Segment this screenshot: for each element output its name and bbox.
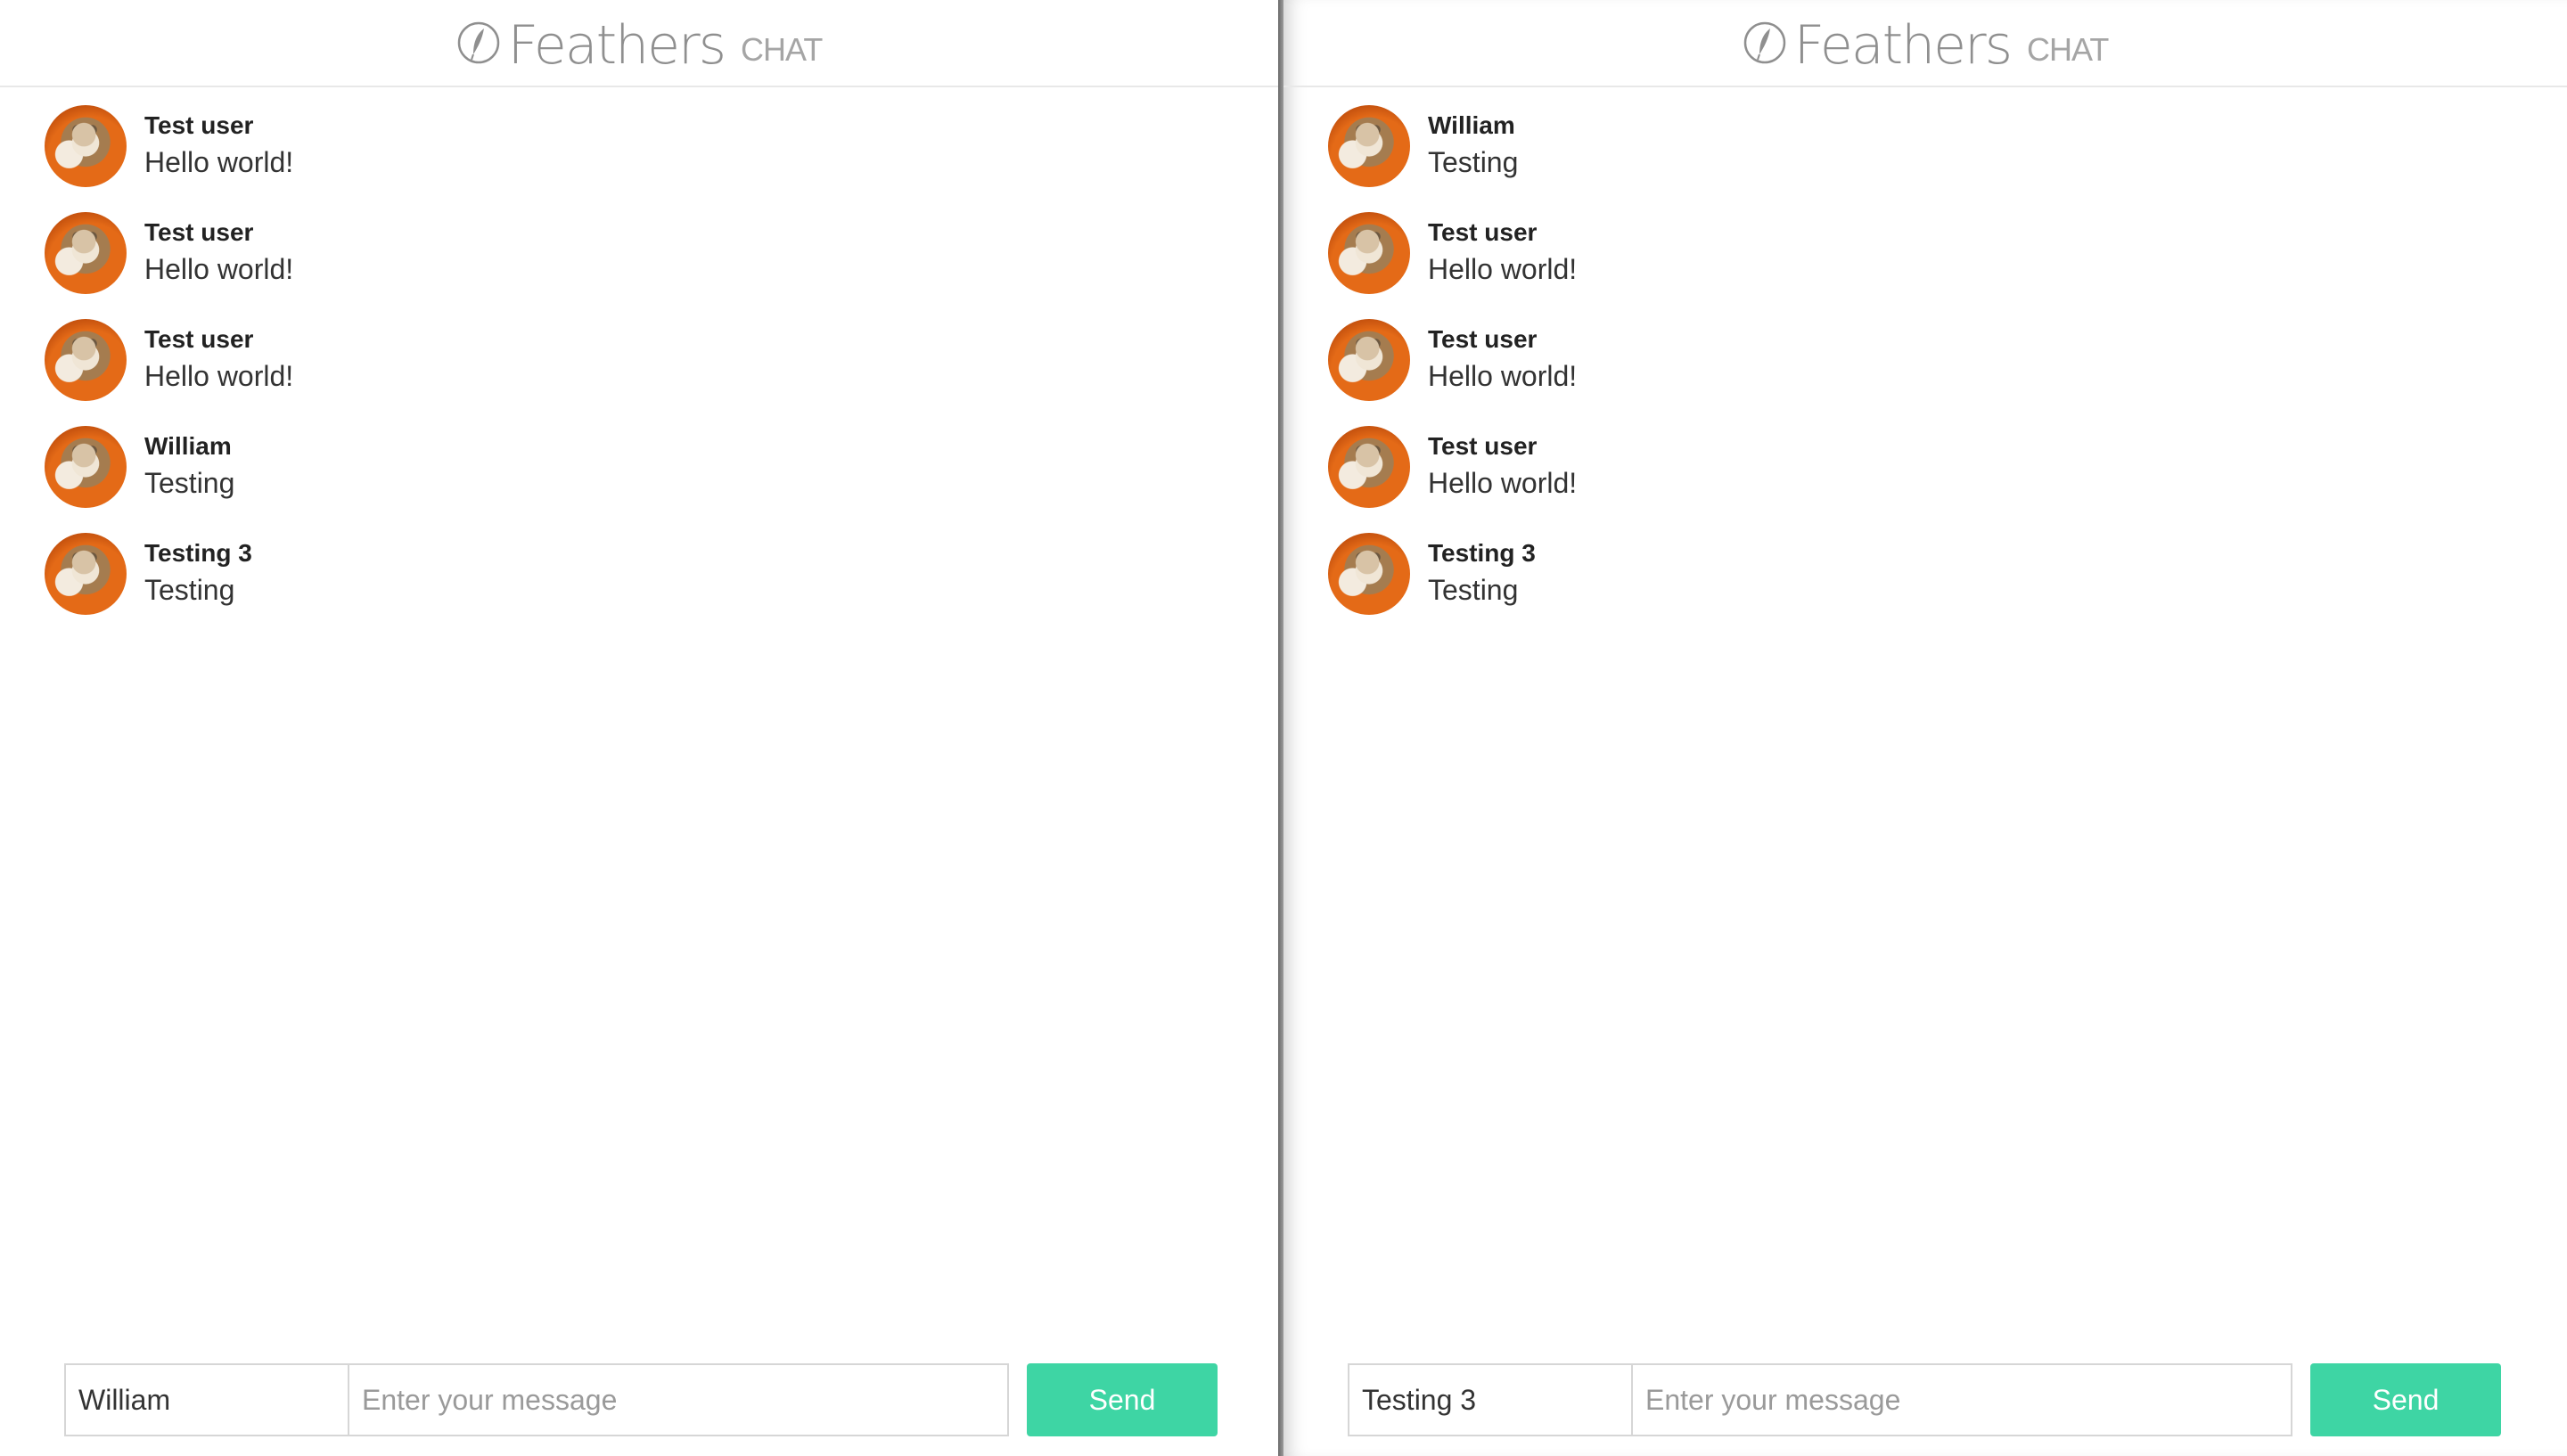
chat-window-left: Feathers CHAT Test user Hello world! Tes…	[0, 0, 1278, 1456]
message-text: Hello world!	[1428, 360, 1578, 392]
message-text: Testing	[144, 467, 235, 499]
message-input[interactable]	[348, 1363, 1009, 1436]
avatar	[45, 533, 127, 615]
app-title: Feathers	[507, 14, 726, 77]
avatar	[1328, 533, 1410, 615]
message-author: Test user	[1428, 432, 1538, 460]
username-input[interactable]	[1348, 1363, 1633, 1436]
avatar	[1328, 212, 1410, 294]
app-subtitle: CHAT	[2026, 31, 2109, 68]
chat-window-right: Feathers CHAT William Testing Test user …	[1284, 0, 2567, 1456]
message-text: Hello world!	[144, 146, 294, 178]
app-logo: Feathers CHAT	[1743, 19, 2109, 72]
username-input[interactable]	[64, 1363, 349, 1436]
message-composer: Send	[1284, 1363, 2567, 1436]
message-text: Hello world!	[1428, 467, 1578, 499]
avatar	[45, 105, 127, 187]
message-item: Test user Hello world!	[45, 212, 1278, 319]
send-button[interactable]: Send	[1027, 1363, 1218, 1436]
message-item: Testing 3 Testing	[45, 533, 1278, 640]
avatar	[45, 319, 127, 401]
avatar	[1328, 105, 1410, 187]
feather-icon	[457, 21, 499, 64]
message-item: Testing 3 Testing	[1328, 533, 2567, 640]
message-author: William	[144, 432, 232, 460]
message-item: Test user Hello world!	[45, 319, 1278, 426]
message-text: Testing	[144, 574, 235, 606]
message-text: Hello world!	[144, 360, 294, 392]
app-subtitle: CHAT	[740, 31, 823, 68]
message-author: Test user	[1428, 218, 1538, 246]
message-text: Hello world!	[144, 253, 294, 285]
message-author: Test user	[144, 111, 254, 139]
message-author: Testing 3	[1428, 539, 1536, 567]
message-author: Test user	[1428, 325, 1538, 353]
feather-icon	[1743, 21, 1785, 64]
message-item: Test user Hello world!	[1328, 426, 2567, 533]
message-author: Test user	[144, 218, 254, 246]
message-item: Test user Hello world!	[1328, 319, 2567, 426]
app-header: Feathers CHAT	[0, 0, 1278, 87]
desktop: Feathers CHAT Test user Hello world! Tes…	[0, 0, 2567, 1456]
message-author: Test user	[144, 325, 254, 353]
message-item: William Testing	[45, 426, 1278, 533]
message-text: Hello world!	[1428, 253, 1578, 285]
message-item: William Testing	[1328, 105, 2567, 212]
avatar	[1328, 319, 1410, 401]
message-text: Testing	[1428, 146, 1519, 178]
avatar	[45, 426, 127, 508]
app-logo: Feathers CHAT	[456, 19, 823, 72]
app-header: Feathers CHAT	[1284, 0, 2567, 87]
message-item: Test user Hello world!	[45, 105, 1278, 212]
message-item: Test user Hello world!	[1328, 212, 2567, 319]
app-title: Feathers	[1793, 14, 2013, 77]
message-list: Test user Hello world! Test user Hello w…	[0, 87, 1278, 640]
avatar	[1328, 426, 1410, 508]
message-text: Testing	[1428, 574, 1519, 606]
message-composer: Send	[0, 1363, 1278, 1436]
message-author: Testing 3	[144, 539, 252, 567]
message-list: William Testing Test user Hello world! T…	[1284, 87, 2567, 640]
avatar	[45, 212, 127, 294]
message-input[interactable]	[1631, 1363, 2292, 1436]
send-button[interactable]: Send	[2310, 1363, 2501, 1436]
message-author: William	[1428, 111, 1515, 139]
